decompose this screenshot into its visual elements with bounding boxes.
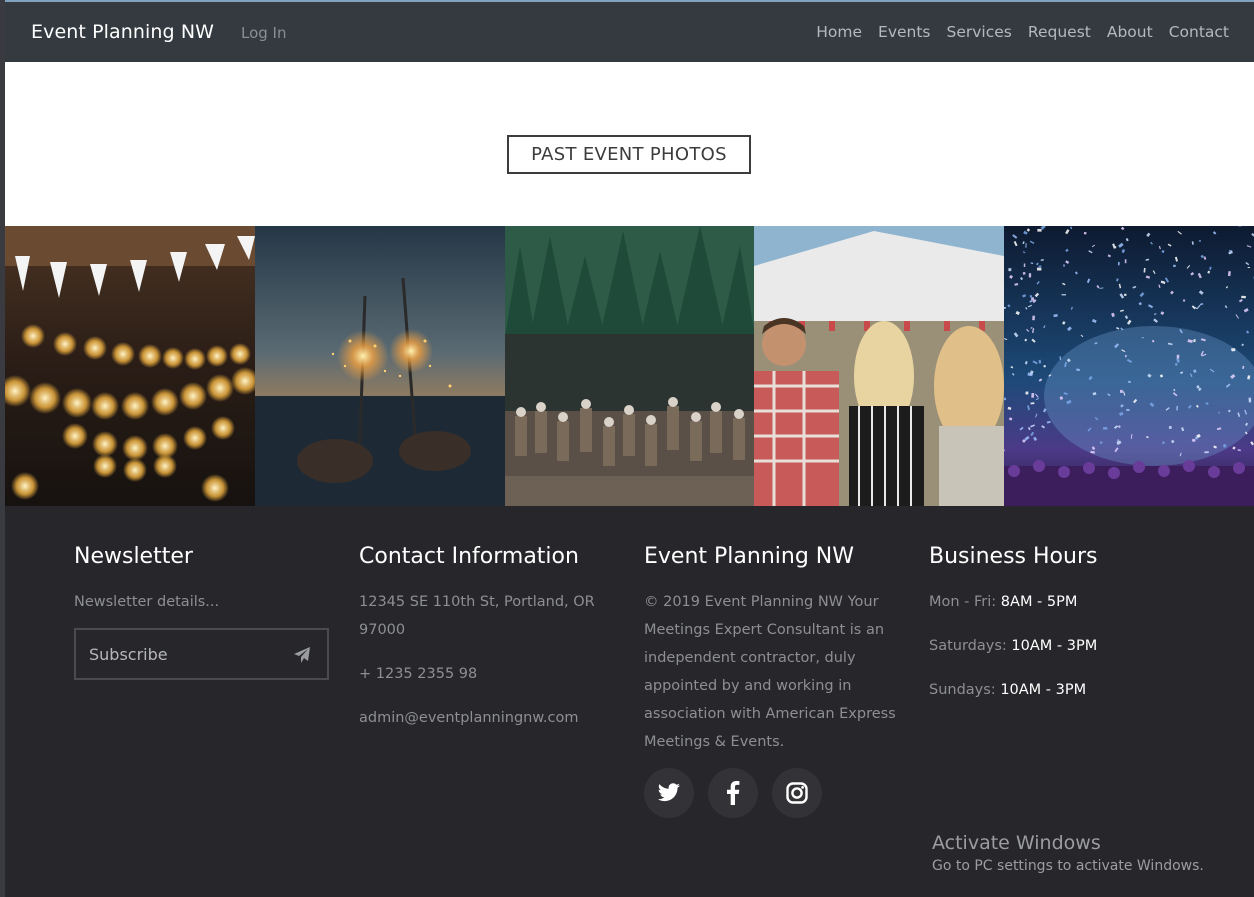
- confetti-speck: [1183, 299, 1186, 302]
- newsletter-details: Newsletter details...: [74, 594, 220, 610]
- confetti-speck: [1205, 402, 1209, 405]
- nav-contact[interactable]: Contact: [1169, 23, 1229, 41]
- watermark-title: Activate Windows: [932, 832, 1101, 854]
- confetti-speck: [1023, 272, 1026, 275]
- contact-email[interactable]: admin@eventplanningnw.com: [359, 704, 614, 732]
- facebook-icon[interactable]: [708, 768, 758, 818]
- subscribe-input[interactable]: [89, 644, 279, 664]
- confetti-speck: [1231, 348, 1236, 352]
- confetti-speck: [1031, 297, 1035, 301]
- subscribe-form: [74, 628, 329, 680]
- nav-events[interactable]: Events: [878, 23, 930, 41]
- confetti-speck: [1228, 271, 1232, 277]
- page-title: PAST EVENT PHOTOS: [507, 135, 751, 174]
- social-links: [644, 768, 822, 818]
- contact-address: 12345 SE 110th St, Portland, OR 97000: [359, 594, 595, 638]
- newsletter-section: Newsletter Newsletter details...: [74, 544, 334, 616]
- confetti-speck: [1173, 264, 1176, 268]
- send-icon[interactable]: [293, 646, 311, 664]
- confetti-speck: [1241, 295, 1247, 299]
- confetti-speck: [1103, 427, 1108, 430]
- confetti-speck: [1030, 402, 1035, 405]
- festival-crowd-photo: [754, 226, 1005, 506]
- confetti-speck: [1031, 392, 1035, 398]
- hours-label: Sundays:: [929, 682, 996, 698]
- confetti-speck: [1196, 385, 1200, 389]
- lake-party-photo: [504, 226, 755, 506]
- confetti-speck: [1028, 273, 1032, 278]
- confetti-speck: [1061, 294, 1067, 296]
- confetti-speck: [1124, 293, 1127, 297]
- activate-windows-watermark: Activate Windows Go to PC settings to ac…: [932, 832, 1204, 874]
- confetti-speck: [1199, 240, 1202, 242]
- confetti-speck: [1204, 451, 1209, 454]
- watermark-subtitle: Go to PC settings to activate Windows.: [932, 858, 1204, 874]
- confetti-speck: [1023, 263, 1026, 267]
- confetti-speck: [1004, 306, 1006, 309]
- sparklers-photo: [254, 226, 505, 506]
- contact-phone[interactable]: + 1235 2355 98: [359, 660, 614, 688]
- string-lights-photo: [5, 226, 255, 506]
- newsletter-heading: Newsletter: [74, 544, 193, 569]
- hours-value: 10AM - 3PM: [1000, 682, 1087, 698]
- nav-links: Home Events Services Request About Conta…: [816, 23, 1229, 41]
- about-section: Event Planning NW © 2019 Event Planning …: [644, 544, 904, 756]
- hours-heading: Business Hours: [929, 544, 1098, 569]
- footer: Newsletter Newsletter details... Contact…: [5, 506, 1254, 897]
- confetti-speck: [1247, 266, 1251, 269]
- nav-services[interactable]: Services: [947, 23, 1012, 41]
- nav-about[interactable]: About: [1107, 23, 1153, 41]
- confetti-speck: [1063, 264, 1065, 267]
- confetti-speck: [1032, 315, 1036, 321]
- twitter-icon[interactable]: [644, 768, 694, 818]
- confetti-speck: [1083, 231, 1087, 235]
- hours-row: Mon - Fri: 8AM - 5PM: [929, 588, 1189, 616]
- hours-label: Mon - Fri:: [929, 594, 997, 610]
- navbar: Event Planning NW Log In Home Events Ser…: [5, 0, 1254, 62]
- confetti-speck: [1100, 441, 1103, 444]
- confetti-speck: [1120, 389, 1124, 393]
- contact-heading: Contact Information: [359, 544, 579, 569]
- hours-value: 10AM - 3PM: [1011, 638, 1098, 654]
- hours-row: Sundays: 10AM - 3PM: [929, 676, 1189, 704]
- confetti-speck: [1248, 397, 1252, 403]
- hours-value: 8AM - 5PM: [1000, 594, 1078, 610]
- instagram-icon[interactable]: [772, 768, 822, 818]
- confetti-speck: [1118, 261, 1120, 266]
- hours-row: Saturdays: 10AM - 3PM: [929, 632, 1189, 660]
- photo-gallery: [5, 226, 1254, 506]
- about-heading: Event Planning NW: [644, 544, 854, 569]
- brand-link[interactable]: Event Planning NW: [31, 21, 214, 43]
- confetti-speck: [1008, 268, 1012, 272]
- nav-request[interactable]: Request: [1028, 23, 1091, 41]
- confetti-speck: [1125, 354, 1127, 358]
- confetti-speck: [1126, 408, 1130, 412]
- hours-section: Business Hours Mon - Fri: 8AM - 5PM Satu…: [929, 544, 1189, 720]
- confetti-concert-photo: [1004, 226, 1254, 506]
- confetti-speck: [1025, 391, 1029, 395]
- confetti-speck: [1124, 259, 1127, 264]
- confetti-speck: [1043, 364, 1047, 368]
- confetti-speck: [1169, 426, 1172, 429]
- confetti-speck: [1176, 354, 1180, 359]
- about-text: © 2019 Event Planning NW Your Meetings E…: [644, 594, 896, 750]
- confetti-speck: [1038, 359, 1042, 364]
- title-section: PAST EVENT PHOTOS: [5, 62, 1254, 226]
- confetti-speck: [1193, 339, 1196, 343]
- nav-home[interactable]: Home: [816, 23, 862, 41]
- hours-label: Saturdays:: [929, 638, 1007, 654]
- confetti-speck: [1037, 267, 1042, 271]
- confetti-speck: [1037, 228, 1042, 232]
- contact-section: Contact Information 12345 SE 110th St, P…: [359, 544, 614, 732]
- login-link[interactable]: Log In: [241, 24, 287, 42]
